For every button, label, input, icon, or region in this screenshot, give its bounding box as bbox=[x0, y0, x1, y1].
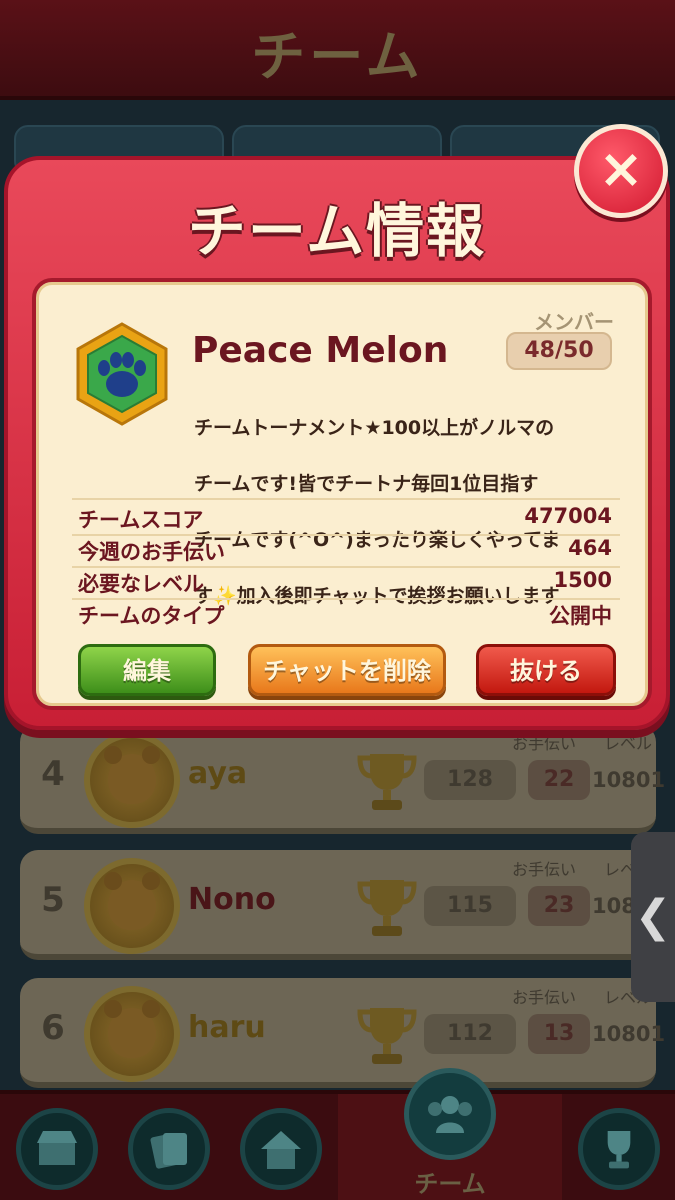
team-info-panel: Peace Melon メンバー 48/50 チームトーナメント★100以上がノ… bbox=[32, 278, 652, 710]
bear-icon bbox=[104, 1000, 160, 1058]
member-row-5[interactable]: 5 Nono 115 お手伝い レベル 23 1080 bbox=[20, 850, 656, 960]
trophy-icon[interactable] bbox=[578, 1108, 660, 1190]
screen-title: チーム bbox=[251, 25, 424, 88]
member-avatar bbox=[84, 986, 180, 1082]
trophy-icon bbox=[357, 754, 417, 810]
team-icon[interactable] bbox=[404, 1068, 496, 1160]
cards-icon[interactable] bbox=[128, 1108, 210, 1190]
member-count: 48/50 bbox=[506, 332, 612, 370]
bottom-nav: チーム bbox=[0, 1068, 675, 1200]
stat-value-required-level: 1500 bbox=[553, 568, 612, 592]
trophy-icon bbox=[357, 1008, 417, 1064]
stat-value-team-score: 477004 bbox=[524, 504, 612, 528]
bear-icon bbox=[104, 746, 160, 804]
description-line: チームトーナメント★100以上がノルマの bbox=[194, 417, 555, 439]
stat-label-weekly-help: 今週のお手伝い bbox=[78, 540, 225, 564]
member-name: haru bbox=[188, 1010, 266, 1045]
close-button[interactable]: × bbox=[574, 124, 668, 218]
stat-label-required-level: 必要なレベル bbox=[78, 572, 204, 596]
member-label: メンバー bbox=[534, 310, 614, 334]
member-help: 13 bbox=[528, 1014, 590, 1054]
help-label: お手伝い bbox=[512, 988, 577, 1007]
leave-team-button[interactable]: 抜ける bbox=[476, 644, 616, 696]
side-drawer-handle[interactable]: ❮ bbox=[631, 832, 675, 1002]
chevron-left-icon: ❮ bbox=[634, 891, 672, 942]
close-icon: × bbox=[598, 137, 644, 200]
modal-title: チーム情報 bbox=[187, 197, 487, 265]
member-rank: 5 bbox=[41, 880, 65, 920]
team-badge-paw-icon bbox=[76, 322, 168, 426]
member-name: Nono bbox=[188, 882, 276, 917]
team-info-modal: チーム情報 Peace Melon メンバー 48/50 チームトーナメント★1… bbox=[4, 156, 670, 730]
member-score: 112 bbox=[424, 1014, 516, 1054]
member-name: aya bbox=[188, 756, 248, 791]
member-level: 10801 bbox=[592, 768, 666, 792]
trophy-icon bbox=[357, 880, 417, 936]
description-line: チームです!皆でチートナ毎回1位目指す bbox=[194, 473, 539, 495]
nav-active-label: チーム bbox=[414, 1170, 486, 1198]
help-label: お手伝い bbox=[512, 860, 577, 879]
member-help: 22 bbox=[528, 760, 590, 800]
shop-icon[interactable] bbox=[16, 1108, 98, 1190]
edit-button[interactable]: 編集 bbox=[78, 644, 216, 696]
stat-label-team-type: チームのタイプ bbox=[78, 604, 225, 628]
member-row-6[interactable]: 6 haru 112 お手伝い レベル 13 10801 bbox=[20, 978, 665, 1088]
member-avatar bbox=[84, 858, 180, 954]
stat-value-weekly-help: 464 bbox=[568, 536, 612, 560]
level-label: レベル bbox=[604, 734, 653, 753]
stat-value-team-type: 公開中 bbox=[549, 604, 612, 628]
member-score: 128 bbox=[424, 760, 516, 800]
member-rank: 4 bbox=[41, 754, 65, 794]
help-label: お手伝い bbox=[512, 734, 577, 753]
stat-label-team-score: チームスコア bbox=[78, 508, 204, 532]
home-icon[interactable] bbox=[240, 1108, 322, 1190]
member-row-4[interactable]: 4 aya 128 お手伝い レベル 22 10801 bbox=[20, 724, 665, 834]
delete-chat-button[interactable]: チャットを削除 bbox=[248, 644, 446, 696]
member-level: 10801 bbox=[592, 1022, 666, 1046]
member-score: 115 bbox=[424, 886, 516, 926]
team-name: Peace Melon bbox=[192, 330, 449, 371]
member-help: 23 bbox=[528, 886, 590, 926]
member-avatar bbox=[84, 732, 180, 828]
divider bbox=[72, 498, 620, 500]
member-rank: 6 bbox=[41, 1008, 65, 1048]
screen-header: チーム bbox=[0, 0, 675, 100]
bear-icon bbox=[104, 872, 160, 930]
